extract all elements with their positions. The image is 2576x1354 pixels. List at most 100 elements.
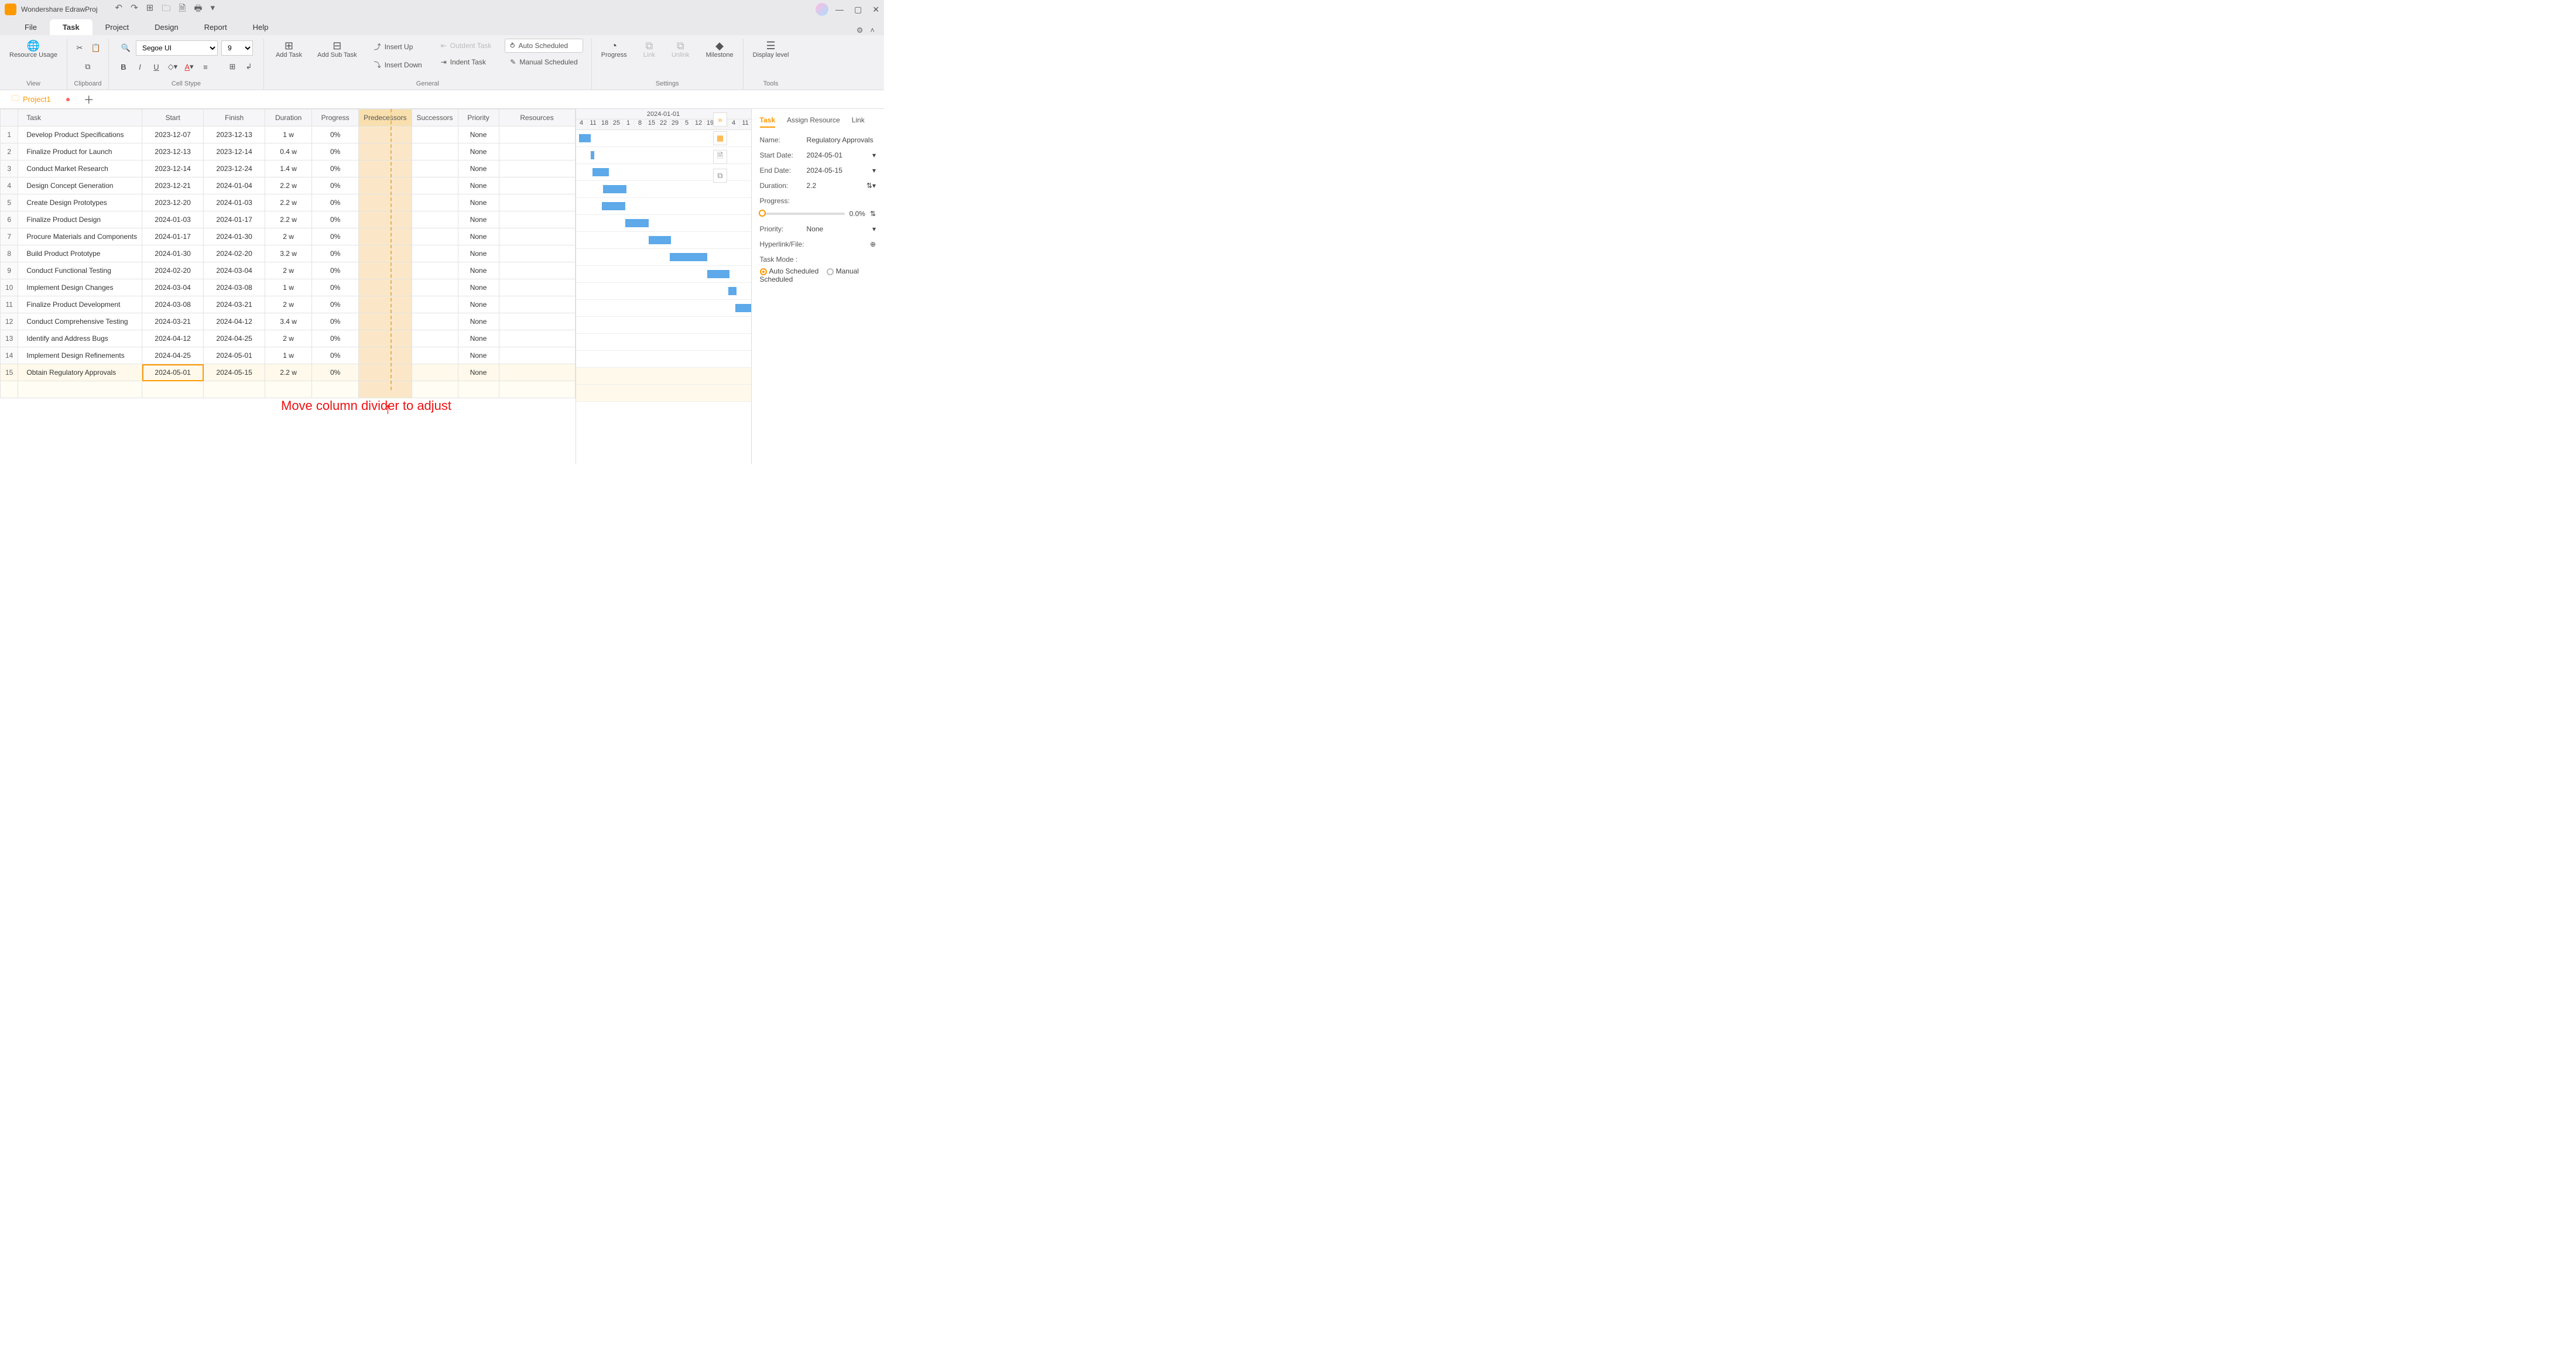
cell[interactable] xyxy=(359,381,412,398)
font-family-select[interactable]: Segoe UI xyxy=(136,40,218,56)
cell[interactable]: None xyxy=(458,364,499,381)
table-row[interactable]: 14Implement Design Refinements2024-04-25… xyxy=(1,347,576,364)
cell[interactable]: 0% xyxy=(312,143,359,160)
gantt-bar[interactable] xyxy=(735,304,752,312)
table-row[interactable]: 4Design Concept Generation2023-12-212024… xyxy=(1,177,576,194)
stepper-icon[interactable]: ⇅ xyxy=(866,182,872,190)
cell[interactable]: 2024-04-12 xyxy=(204,313,265,330)
cell[interactable]: 1 w xyxy=(265,347,312,364)
cell[interactable]: 1 w xyxy=(265,279,312,296)
table-row[interactable]: 5Create Design Prototypes2023-12-202024-… xyxy=(1,194,576,211)
cell[interactable]: 2024-02-20 xyxy=(204,245,265,262)
gantt-row[interactable] xyxy=(576,215,751,232)
cell[interactable] xyxy=(412,228,458,245)
cell[interactable]: 2023-12-13 xyxy=(142,143,204,160)
info-tab-icon[interactable]: ▦ xyxy=(713,131,727,145)
column-header[interactable]: Predecessors xyxy=(359,110,412,126)
collapse-panel-icon[interactable]: » xyxy=(713,112,727,126)
cell[interactable]: Develop Product Specifications xyxy=(18,126,142,143)
manual-scheduled-button[interactable]: ✎ Manual Scheduled xyxy=(505,55,583,69)
table-row[interactable]: 8Build Product Prototype2024-01-302024-0… xyxy=(1,245,576,262)
cell[interactable]: 9 xyxy=(1,262,18,279)
unlink-button[interactable]: ⧉Unlink xyxy=(668,39,693,60)
cell[interactable]: 13 xyxy=(1,330,18,347)
gantt-row[interactable] xyxy=(576,334,751,351)
settings-icon[interactable]: ⚙ xyxy=(857,26,864,35)
cell[interactable]: 1 xyxy=(1,126,18,143)
cell[interactable]: 2024-03-04 xyxy=(204,262,265,279)
close-button[interactable]: ✕ xyxy=(872,5,879,15)
cell[interactable]: Obtain Regulatory Approvals xyxy=(18,364,142,381)
menu-project[interactable]: Project xyxy=(93,19,142,35)
gantt-row[interactable] xyxy=(576,385,751,402)
cell[interactable]: 0% xyxy=(312,211,359,228)
cell[interactable]: Conduct Comprehensive Testing xyxy=(18,313,142,330)
cell[interactable]: 2024-01-30 xyxy=(204,228,265,245)
column-header[interactable]: Resources xyxy=(499,110,575,126)
gantt-row[interactable] xyxy=(576,300,751,317)
panel-tab[interactable]: Assign Resource xyxy=(787,116,840,128)
gantt-bar[interactable] xyxy=(579,134,591,142)
cell[interactable]: 2.2 w xyxy=(265,194,312,211)
cell[interactable]: 2024-01-17 xyxy=(204,211,265,228)
panel-tab[interactable]: Task xyxy=(760,116,775,128)
dropdown-icon[interactable]: ▾ xyxy=(872,166,876,175)
open-icon[interactable]: 🗀 xyxy=(162,2,170,17)
cell[interactable] xyxy=(499,381,575,398)
cell[interactable] xyxy=(499,177,575,194)
cell[interactable]: 8 xyxy=(1,245,18,262)
cell[interactable]: 11 xyxy=(1,296,18,313)
cell[interactable]: 2024-01-04 xyxy=(204,177,265,194)
cell[interactable]: 12 xyxy=(1,313,18,330)
column-header[interactable]: Task xyxy=(18,110,142,126)
cell[interactable] xyxy=(499,364,575,381)
gantt-bar[interactable] xyxy=(649,236,671,244)
align-icon[interactable]: ≡ xyxy=(199,60,212,73)
minimize-button[interactable]: — xyxy=(835,5,844,15)
gantt-bar[interactable] xyxy=(625,219,649,227)
gantt-bar[interactable] xyxy=(602,202,625,210)
stepper-icon[interactable]: ⇅ xyxy=(870,210,876,218)
cell[interactable]: 2024-05-01 xyxy=(142,364,204,381)
cell[interactable]: 0% xyxy=(312,347,359,364)
link-button[interactable]: ⧉Link xyxy=(640,39,659,60)
cell[interactable]: None xyxy=(458,296,499,313)
font-size-select[interactable]: 9 xyxy=(221,40,253,56)
cell[interactable]: 3 xyxy=(1,160,18,177)
gantt-row[interactable] xyxy=(576,351,751,368)
column-header[interactable]: Successors xyxy=(412,110,458,126)
cell[interactable]: None xyxy=(458,160,499,177)
cell[interactable]: 2023-12-07 xyxy=(142,126,204,143)
cell[interactable]: 4 xyxy=(1,177,18,194)
field-duration-value[interactable]: 2.2 xyxy=(807,182,866,190)
underline-icon[interactable]: U xyxy=(150,60,163,73)
table-row[interactable]: 10Implement Design Changes2024-03-042024… xyxy=(1,279,576,296)
tab-project1[interactable]: 🗀 Project1 xyxy=(6,93,76,106)
cell[interactable] xyxy=(359,330,412,347)
redo-icon[interactable]: ↷ xyxy=(131,2,138,17)
gantt-bar[interactable] xyxy=(728,287,737,295)
add-tab-button[interactable]: ＋ xyxy=(84,92,94,107)
cell[interactable]: None xyxy=(458,126,499,143)
cell[interactable] xyxy=(412,381,458,398)
column-header[interactable]: Priority xyxy=(458,110,499,126)
column-header[interactable]: Start xyxy=(142,110,204,126)
table-row[interactable]: 11Finalize Product Development2024-03-08… xyxy=(1,296,576,313)
progress-button[interactable]: ◔Progress xyxy=(598,39,631,60)
cell[interactable]: None xyxy=(458,279,499,296)
gantt-row[interactable] xyxy=(576,181,751,198)
cell[interactable]: Conduct Market Research xyxy=(18,160,142,177)
cell[interactable] xyxy=(499,347,575,364)
cell[interactable]: 2 w xyxy=(265,228,312,245)
cell[interactable]: 0% xyxy=(312,330,359,347)
gantt-row[interactable] xyxy=(576,266,751,283)
cell[interactable]: 2024-01-03 xyxy=(204,194,265,211)
cell[interactable]: 2024-05-15 xyxy=(204,364,265,381)
field-name-value[interactable]: Regulatory Approvals xyxy=(807,136,876,144)
gantt-bar[interactable] xyxy=(591,151,594,159)
cell[interactable]: None xyxy=(458,347,499,364)
cell[interactable]: 2024-03-04 xyxy=(142,279,204,296)
cell[interactable]: 0% xyxy=(312,160,359,177)
cell[interactable]: 2024-05-01 xyxy=(204,347,265,364)
font-color-icon[interactable]: A▾ xyxy=(183,60,196,73)
